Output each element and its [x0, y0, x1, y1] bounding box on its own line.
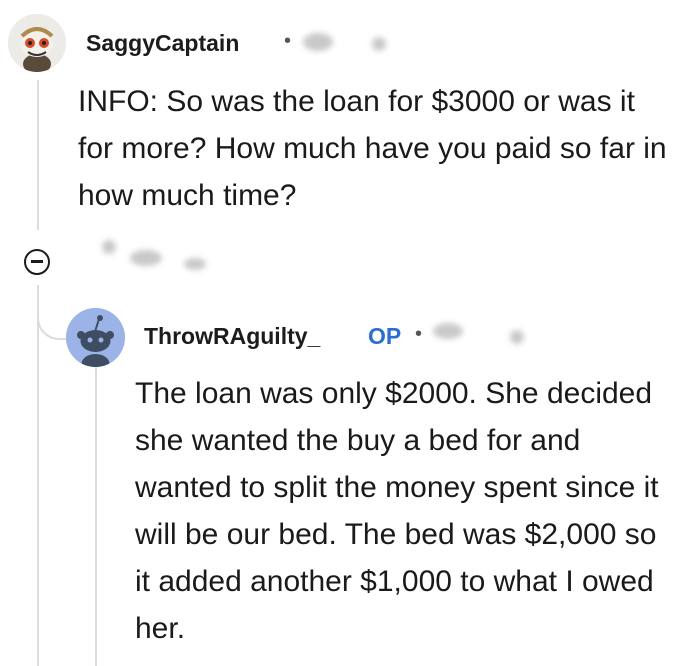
- separator-dot: •: [284, 30, 292, 52]
- blurred-award: [510, 330, 524, 344]
- thread-line-lower: [37, 285, 39, 666]
- reply-username[interactable]: ThrowRAguilty_: [144, 323, 320, 350]
- minus-circle-icon[interactable]: [24, 249, 50, 275]
- avatar[interactable]: [66, 308, 125, 367]
- comment-body: INFO: So was the loan for $3000 or was i…: [78, 85, 667, 212]
- separator-dot: •: [415, 323, 423, 345]
- snoo-avatar-icon: [8, 14, 66, 72]
- reply-body: The loan was only $2000. She decided she…: [135, 377, 659, 645]
- blurred-vote-count: [130, 250, 162, 266]
- comment-username[interactable]: SaggyCaptain: [86, 30, 239, 57]
- thread-branch-curve: [37, 285, 67, 340]
- blurred-award: [372, 37, 386, 51]
- blurred-timestamp: [433, 323, 463, 339]
- op-badge: OP: [368, 323, 402, 349]
- thread-line-main: [37, 80, 39, 230]
- snoo-default-avatar-icon: [66, 308, 125, 367]
- blurred-downvote-icon: [184, 258, 206, 270]
- avatar[interactable]: [8, 14, 66, 72]
- blurred-timestamp: [303, 33, 333, 51]
- thread-line-reply: [95, 360, 97, 666]
- blurred-upvote-icon: [102, 240, 116, 254]
